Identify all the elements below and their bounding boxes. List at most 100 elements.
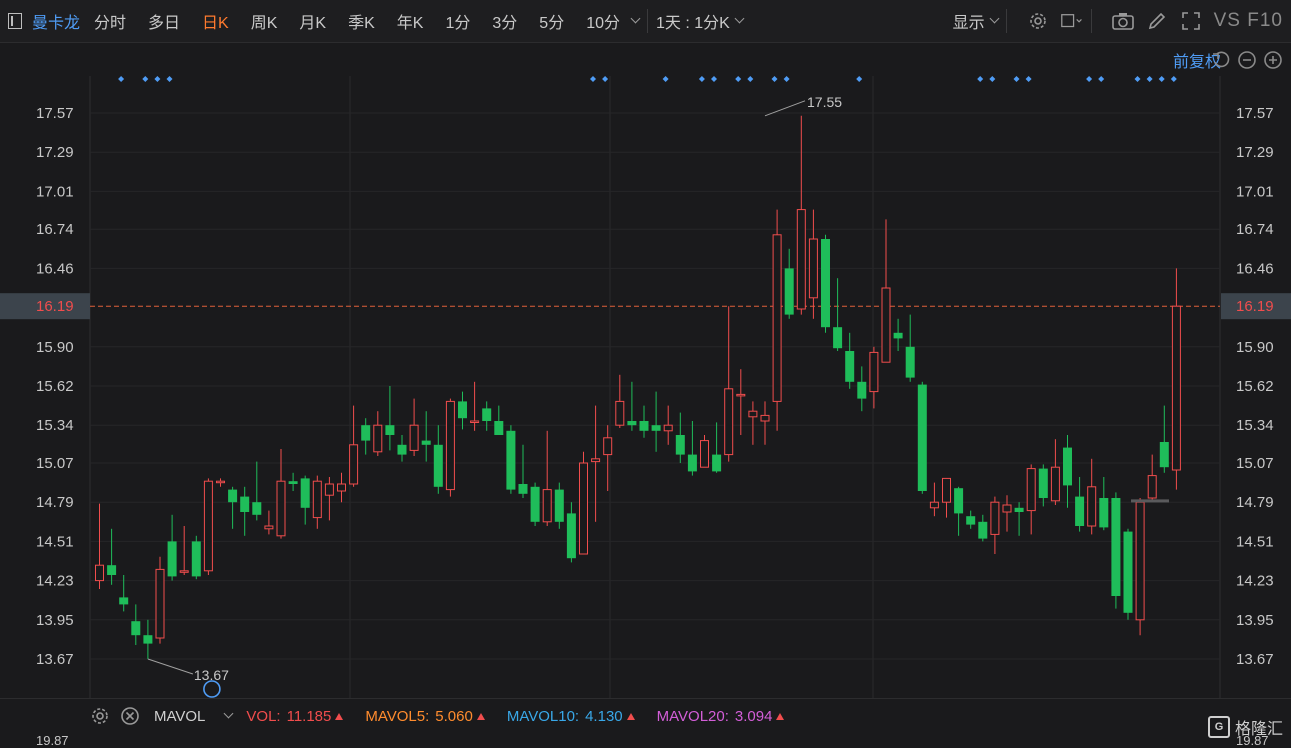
y-tick-label-left: 15.90 [36,339,74,356]
tab-yearly-k[interactable]: 年K [397,9,424,33]
chevron-down-icon[interactable] [630,13,641,23]
y-tick-label-right: 15.90 [1236,339,1274,356]
candle-body [1050,466,1060,502]
candle [1063,435,1072,508]
pencil-icon[interactable] [1146,10,1168,32]
candle [869,346,879,409]
candle [264,510,274,535]
candle [639,405,649,438]
candle [409,398,419,456]
tab-5min[interactable]: 5分 [539,9,564,33]
tab-3min[interactable]: 3分 [492,9,517,33]
candle [954,486,964,536]
event-marker-icon [1146,76,1153,82]
vol-value: 11.185 [286,707,332,725]
candles [95,115,1181,659]
candle-body [470,420,480,423]
candle [1026,464,1036,535]
candle [542,430,552,526]
candle-body [119,597,129,605]
period-select[interactable]: 1天 : 1分K [656,9,730,33]
chevron-down-icon[interactable] [223,708,234,718]
divider [1090,9,1092,33]
candle-body [228,489,238,503]
candle [724,306,734,462]
candle [748,401,758,445]
candle-body [433,444,443,487]
candle-body [131,621,141,636]
candle [784,248,794,319]
y-tick-label-left: 16.74 [36,221,74,238]
stock-name[interactable]: 曼卡龙 [32,9,80,33]
y-tick-label-left: 17.01 [36,183,74,200]
candle-body [1111,498,1121,596]
candle [1002,495,1012,532]
candle-body [421,440,431,445]
indicator-select[interactable]: MAVOL [154,708,205,725]
chevron-down-icon[interactable] [734,13,745,23]
event-marker-icon [1134,76,1141,82]
tab-duori[interactable]: 多日 [148,9,180,33]
candle-body [760,414,770,422]
panel-toggle-icon[interactable] [8,13,22,29]
tab-10min[interactable]: 10分 [586,9,620,33]
gear-icon[interactable] [90,706,110,726]
tab-weekly-k[interactable]: 周K [251,9,278,33]
candle-body [966,516,976,525]
y-tick-label-left: 16.46 [36,260,74,277]
fullscreen-icon[interactable] [1180,10,1202,32]
candle-body [700,440,709,468]
event-marker-icon [977,76,984,82]
candle [651,391,661,452]
gear-icon[interactable] [1027,10,1049,32]
camera-icon[interactable] [1111,10,1134,32]
candle-body [385,425,395,435]
price-marker [1131,499,1169,503]
candle-body [167,541,177,577]
event-marker-icon [989,76,996,82]
candle-body [409,424,419,451]
candle [990,496,1000,554]
y-tick-label-right: 17.29 [1236,144,1274,161]
y-tick-label-right: 16.74 [1236,221,1274,238]
chart-grid [89,76,1221,698]
tab-monthly-k[interactable]: 月K [299,9,326,33]
candle [929,482,939,517]
volume-axis-label-left: 19.87 [36,733,69,748]
candle [458,391,467,430]
candle [1147,454,1157,501]
candle-body [445,400,455,491]
candle-body [397,444,407,455]
candle [1014,502,1024,536]
tab-daily-k[interactable]: 日K [202,9,229,33]
candle-body [264,525,274,530]
candle [978,514,988,542]
event-marker-icon [783,76,790,82]
candle [796,115,806,315]
display-menu[interactable]: 显示 [953,9,985,33]
chevron-down-icon[interactable] [989,13,1000,23]
candle [687,421,697,476]
tab-fenshi[interactable]: 分时 [94,9,126,33]
candle-body [845,351,855,382]
candle [591,405,601,522]
event-marker-icon [1086,76,1093,82]
checkbox-icon[interactable] [1060,10,1083,32]
candle-body [821,239,830,328]
candle [482,401,492,431]
candle-body [1123,531,1133,613]
tab-1min[interactable]: 1分 [445,9,470,33]
candle-body [554,489,564,522]
candle [966,510,976,529]
close-icon[interactable] [120,706,140,726]
divider [647,9,649,33]
vs-f10-button[interactable]: VS F10 [1214,10,1283,32]
candle-body [712,454,722,472]
annotations: 17.5513.67 [147,94,1169,698]
candle-body [518,484,528,494]
candle-body [736,393,746,397]
candlestick-chart[interactable]: 17.57 17.57 17.29 17.29 17.01 17.01 16.74 16.74… [0,43,1291,698]
watermark: G 格隆汇 [1207,715,1283,739]
tab-quarterly-k[interactable]: 季K [348,9,375,33]
vol-label: VOL: [246,707,281,725]
